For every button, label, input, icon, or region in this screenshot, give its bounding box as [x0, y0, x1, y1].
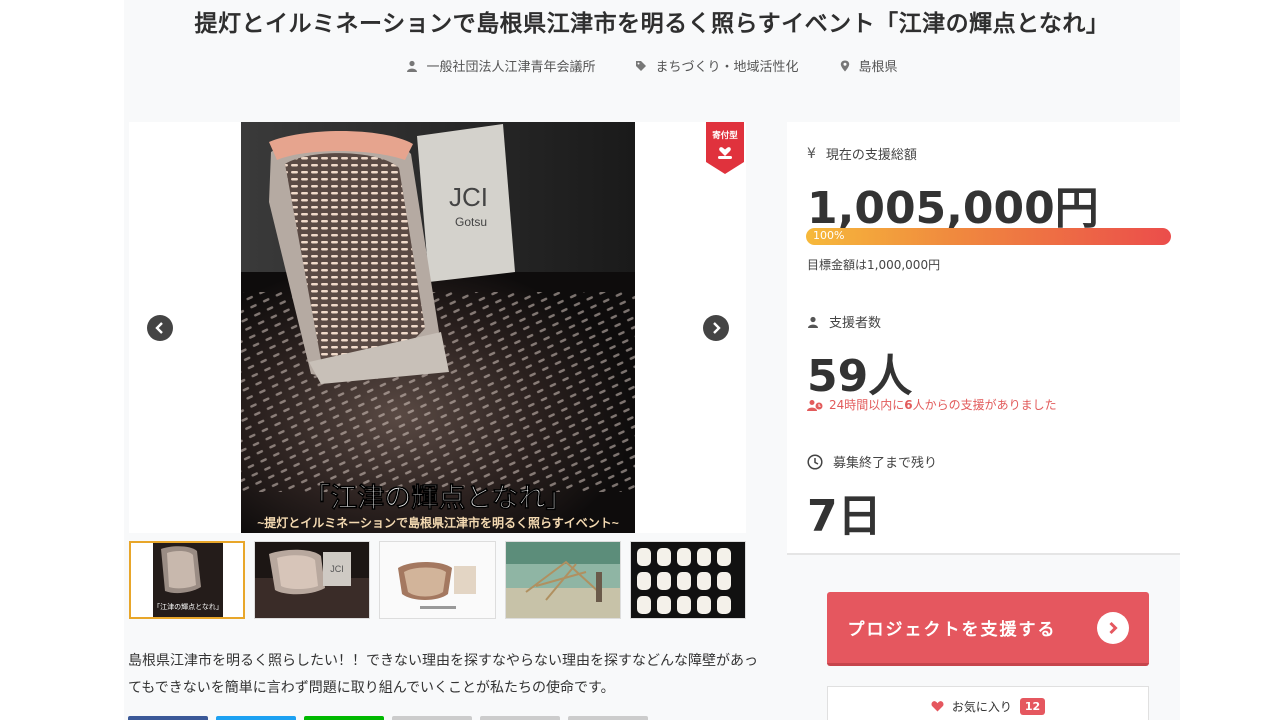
share-twitter-button[interactable]: [216, 716, 296, 720]
support-button-label: プロジェクトを支援する: [847, 620, 1057, 640]
user-icon: [808, 316, 818, 328]
thumbnail-strip: 「江津の輝点となれ」 JCI: [129, 541, 747, 621]
chevron-right-icon: [1108, 621, 1118, 634]
recent-count: 6: [904, 398, 913, 412]
share-other-button[interactable]: [392, 716, 472, 720]
category-link[interactable]: まちづくり・地域活性化: [635, 56, 799, 75]
favorite-label: お気に入り: [951, 699, 1012, 714]
funding-progress-bar: 100%: [806, 228, 1171, 245]
heart-icon: [931, 701, 944, 712]
recent-supporters-note: 24時間以内に6人からの支援がありました: [807, 396, 1057, 413]
total-label-row: ¥ 現在の支援総額: [807, 144, 917, 164]
project-description: 島根県江津市を明るく照らしたい！！できない理由を探すなやらない理由を探すなどんな…: [128, 653, 758, 696]
clock-icon: [807, 453, 823, 470]
share-facebook-button[interactable]: [128, 716, 208, 720]
progress-percent: 100%: [813, 229, 845, 242]
location-link[interactable]: 島根県: [839, 56, 898, 75]
project-meta: 一般社団法人江津青年会議所 まちづくり・地域活性化 島根県: [124, 56, 1180, 75]
remaining-label-row: 募集終了まで残り: [807, 452, 937, 471]
share-other-button[interactable]: [480, 716, 560, 720]
photo-caption: 「江津の輝点となれ」: [303, 482, 572, 513]
main-photo[interactable]: JCI Gotsu 「江津の輝点となれ」 ~提灯とイルミネーションで島根県江津市…: [241, 122, 635, 533]
remaining-label: 募集終了まで残り: [833, 456, 938, 471]
recent-text-after: 人からの支援がありました: [912, 398, 1057, 412]
recent-text-before: 24時間以内に: [829, 398, 905, 412]
user-icon: [407, 60, 418, 72]
support-project-button[interactable]: プロジェクトを支援する: [827, 592, 1149, 666]
category-name: まちづくり・地域活性化: [655, 60, 799, 75]
favorite-button[interactable]: お気に入り 12: [827, 686, 1149, 720]
favorite-count: 12: [1019, 697, 1046, 715]
chevron-left-icon: [155, 322, 163, 334]
goal-amount: 目標金額は1,000,000円: [807, 258, 941, 272]
jci-logo: JCI Gotsu: [449, 182, 488, 229]
organizer-name: 一般社団法人江津青年会議所: [426, 60, 596, 75]
total-label: 現在の支援総額: [825, 148, 917, 163]
funding-stats-card: ¥ 現在の支援総額 1,005,000円 100% 目標金額は1,000,000…: [787, 122, 1180, 555]
share-line-button[interactable]: [304, 716, 384, 720]
share-other-button[interactable]: [568, 716, 648, 720]
svg-text:JCI: JCI: [449, 182, 488, 212]
tag-icon: [636, 60, 647, 71]
image-gallery: JCI Gotsu 「江津の輝点となれ」 ~提灯とイルミネーションで島根県江津市…: [129, 122, 746, 533]
chevron-right-icon: [713, 322, 721, 334]
supporters-label: 支援者数: [829, 316, 882, 331]
yen-icon: ¥: [807, 145, 816, 162]
thumbnail-2[interactable]: JCI: [254, 541, 371, 619]
thumbnail-5[interactable]: [629, 541, 747, 619]
project-title: 提灯とイルミネーションで島根県江津市を明るく照らすイベント「江津の輝点となれ」: [194, 11, 1110, 37]
lantern-photo: JCI Gotsu 「江津の輝点となれ」 ~提灯とイルミネーションで島根県江津市…: [241, 122, 635, 533]
organizer-link[interactable]: 一般社団法人江津青年会議所: [406, 56, 595, 75]
badge-label: 寄付型: [712, 130, 738, 141]
thumbnail-4[interactable]: [504, 541, 621, 619]
thumbnail-3[interactable]: [379, 541, 496, 619]
support-arrow: [1096, 611, 1129, 644]
thumbnail-2-logo: JCI: [330, 564, 344, 574]
supporters-count: 59人: [807, 351, 913, 402]
donation-type-badge: 寄付型: [706, 122, 744, 174]
prev-image-button[interactable]: [147, 315, 173, 341]
location-name: 島根県: [858, 60, 898, 75]
svg-text:Gotsu: Gotsu: [455, 215, 487, 229]
map-pin-icon: [840, 60, 849, 71]
total-amount: 1,005,000円: [807, 183, 1099, 234]
thumbnail-1[interactable]: 「江津の輝点となれ」: [129, 541, 246, 619]
supporters-label-row: 支援者数: [807, 312, 881, 331]
thumbnail-1-caption: 「江津の輝点となれ」: [153, 602, 223, 611]
remaining-days: 7日: [807, 491, 882, 542]
share-buttons: [128, 716, 648, 720]
users-icon: [807, 399, 823, 411]
next-image-button[interactable]: [703, 315, 729, 341]
photo-subcaption: ~提灯とイルミネーションで島根県江津市を明るく照らすイベント~: [257, 515, 619, 530]
